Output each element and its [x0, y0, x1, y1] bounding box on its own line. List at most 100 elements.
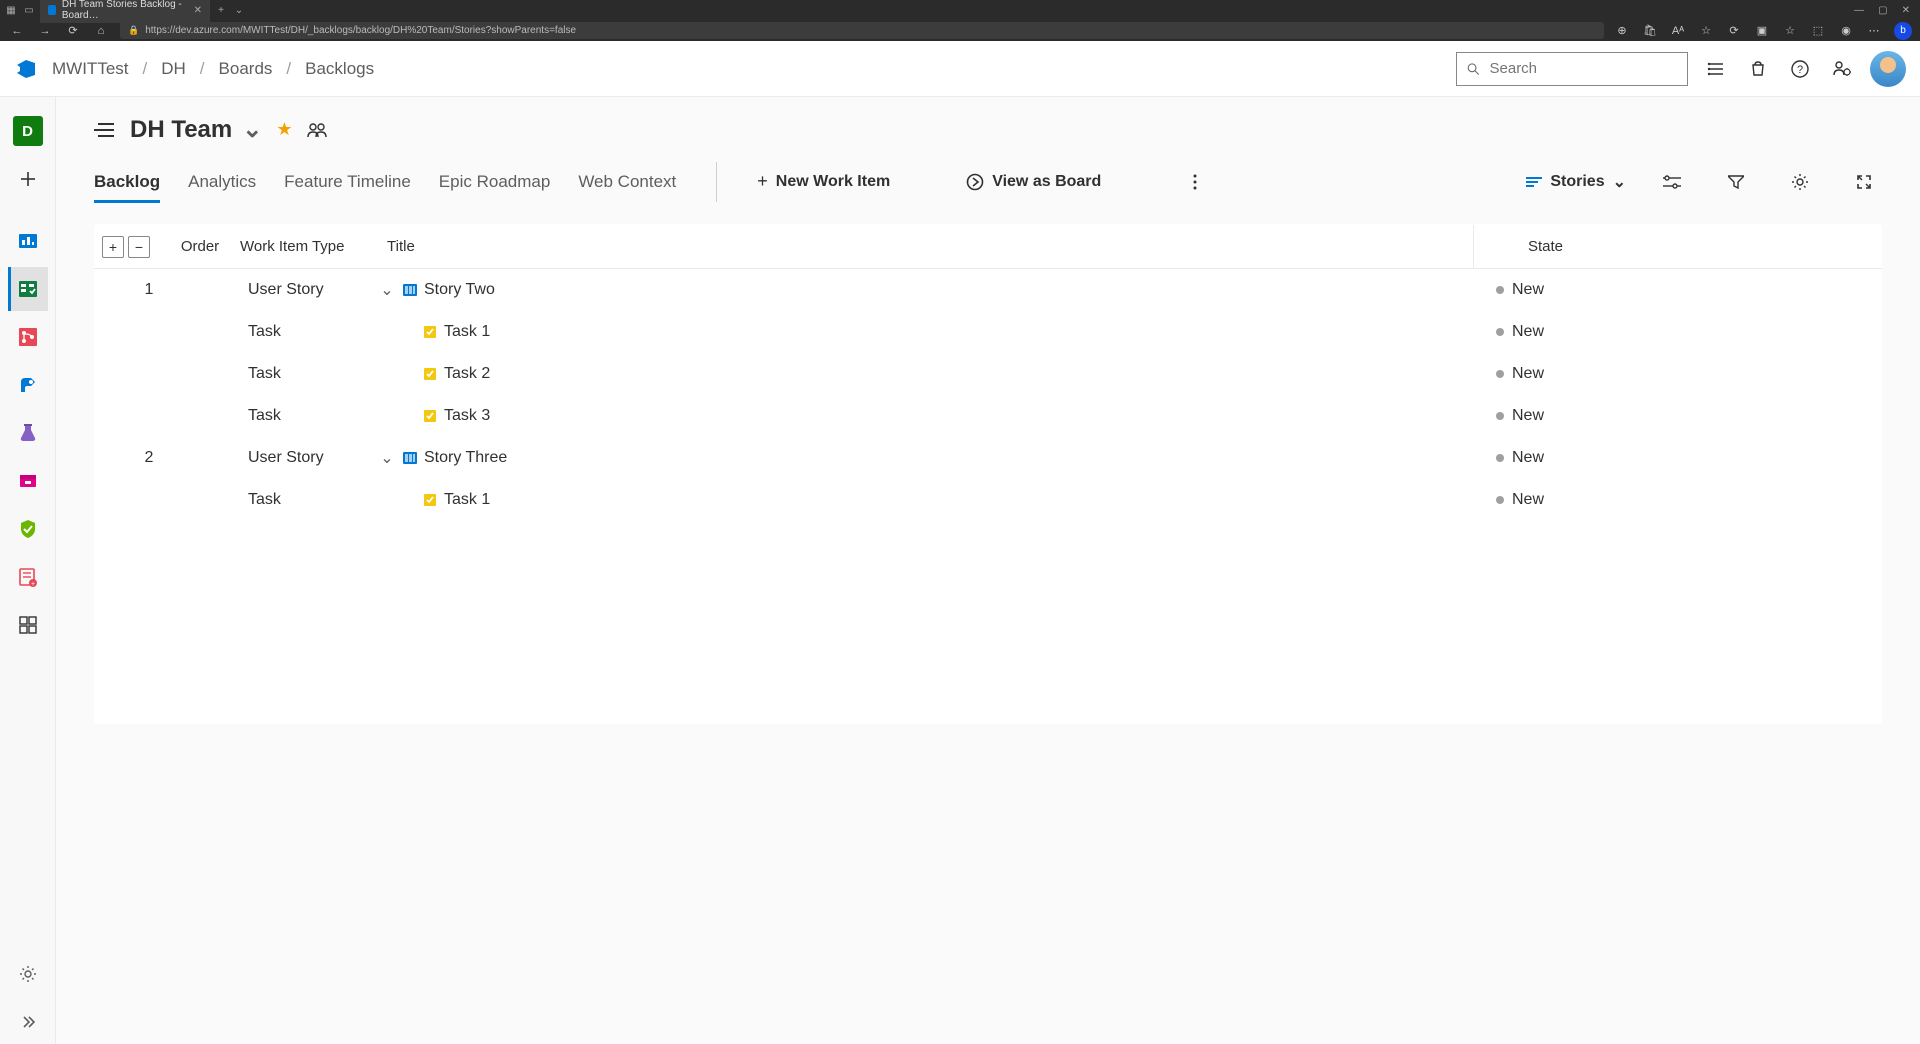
new-work-item-button[interactable]: + New Work Item: [757, 171, 890, 192]
window-maximize-icon[interactable]: ▢: [1878, 5, 1887, 16]
expand-toggle[interactable]: ⌄: [378, 448, 396, 468]
level-icon: [1526, 176, 1542, 188]
breadcrumb-project[interactable]: DH: [161, 59, 186, 79]
sidebar-item-settings[interactable]: [8, 952, 48, 996]
collapse-all-button[interactable]: −: [128, 236, 150, 258]
refresh-button[interactable]: ⟳: [64, 22, 82, 40]
favorite-star-icon[interactable]: ★: [276, 119, 292, 140]
favorite-icon[interactable]: ☆: [1698, 23, 1714, 39]
sidebar-item-repos[interactable]: [8, 315, 48, 359]
fullscreen-button[interactable]: [1846, 164, 1882, 200]
bing-icon[interactable]: b: [1894, 22, 1912, 40]
cell-title[interactable]: ⌄ Story Three: [378, 448, 1474, 468]
cell-title[interactable]: Task 1: [378, 491, 1474, 509]
app-header: MWITTest / DH / Boards / Backlogs ?: [0, 41, 1920, 97]
list-icon[interactable]: [94, 121, 116, 139]
work-items-icon[interactable]: [1702, 55, 1730, 83]
cell-state: New: [1474, 323, 1674, 341]
team-members-icon[interactable]: [307, 122, 327, 138]
column-header-state[interactable]: State: [1474, 238, 1674, 255]
cell-order: 1: [102, 281, 238, 299]
table-row[interactable]: TaskTask 1New: [94, 479, 1882, 521]
column-header-title[interactable]: Title: [380, 238, 1473, 255]
sidebar-item-overview[interactable]: [8, 219, 48, 263]
table-row[interactable]: 1User Story⌄Story TwoNew: [94, 269, 1882, 311]
search-box[interactable]: [1456, 52, 1688, 86]
team-name-label: DH Team: [130, 116, 232, 144]
url-bar[interactable]: 🔒 https://dev.azure.com/MWITTest/DH/_bac…: [120, 22, 1604, 39]
table-row[interactable]: TaskTask 2New: [94, 353, 1882, 395]
tab-menu-icon[interactable]: ▦: [4, 3, 18, 17]
sidebar-item-new[interactable]: [8, 157, 48, 201]
sidebar-item-compliance[interactable]: [8, 507, 48, 551]
expand-toggle[interactable]: ⌄: [378, 280, 396, 300]
cell-state: New: [1474, 281, 1674, 299]
more-icon[interactable]: ⋯: [1866, 23, 1882, 39]
avatar[interactable]: [1870, 51, 1906, 87]
shopping-icon[interactable]: 🛍: [1642, 23, 1658, 39]
table-row[interactable]: TaskTask 3New: [94, 395, 1882, 437]
work-item-title: Story Three: [424, 449, 507, 467]
window-controls: — ▢ ✕: [1854, 5, 1920, 16]
marketplace-icon[interactable]: [1744, 55, 1772, 83]
zoom-icon[interactable]: ⊕: [1614, 23, 1630, 39]
settings-button[interactable]: [1782, 164, 1818, 200]
window-minimize-icon[interactable]: —: [1854, 5, 1864, 16]
cell-state: New: [1474, 407, 1674, 425]
sidebar-item-wiki[interactable]: +: [8, 555, 48, 599]
favorites-bar-icon[interactable]: ☆: [1782, 23, 1798, 39]
sidebar-item-testplans[interactable]: [8, 411, 48, 455]
tab-backlog[interactable]: Backlog: [94, 162, 160, 202]
expand-all-button[interactable]: +: [102, 236, 124, 258]
more-commands-button[interactable]: [1177, 164, 1213, 200]
chevron-down-icon: ⌄: [1613, 172, 1626, 192]
column-header-type[interactable]: Work Item Type: [240, 238, 380, 255]
cell-title[interactable]: ⌄Story Two: [378, 280, 1474, 300]
read-aloud-icon[interactable]: Aᴬ: [1670, 23, 1686, 39]
sidebar-item-pipelines[interactable]: [8, 363, 48, 407]
team-selector[interactable]: DH Team ⌄: [130, 115, 262, 144]
tab-feature-timeline[interactable]: Feature Timeline: [284, 162, 411, 202]
tab-web-context[interactable]: Web Context: [578, 162, 676, 202]
new-tab-button[interactable]: +: [214, 3, 228, 17]
user-settings-icon[interactable]: [1828, 55, 1856, 83]
breadcrumb-hub[interactable]: Boards: [219, 59, 273, 79]
sidebar-item-project[interactable]: D: [8, 109, 48, 153]
column-options-button[interactable]: [1654, 164, 1690, 200]
breadcrumb-org[interactable]: MWITTest: [52, 59, 129, 79]
breadcrumb-separator: /: [200, 59, 205, 79]
cell-state: New: [1474, 365, 1674, 383]
state-label: New: [1512, 281, 1544, 299]
azure-devops-logo[interactable]: [14, 57, 38, 81]
tab-analytics[interactable]: Analytics: [188, 162, 256, 202]
view-as-board-button[interactable]: View as Board: [966, 173, 1101, 191]
extensions-icon[interactable]: ⬚: [1810, 23, 1826, 39]
window-close-icon[interactable]: ✕: [1902, 5, 1910, 16]
search-input[interactable]: [1490, 60, 1678, 77]
close-icon[interactable]: ✕: [194, 5, 202, 16]
sidebar-item-artifacts[interactable]: [8, 459, 48, 503]
tab-panel-icon[interactable]: ▭: [22, 3, 36, 17]
browser-tab-title: DH Team Stories Backlog - Board…: [62, 0, 188, 21]
sidebar-item-expand[interactable]: [8, 1000, 48, 1044]
cell-title[interactable]: Task 3: [378, 407, 1474, 425]
profile-ext-icon[interactable]: ◉: [1838, 23, 1854, 39]
sidebar-item-boards[interactable]: [8, 267, 48, 311]
sync-icon[interactable]: ⟳: [1726, 23, 1742, 39]
backlog-level-selector[interactable]: Stories ⌄: [1526, 172, 1626, 192]
help-icon[interactable]: ?: [1786, 55, 1814, 83]
filter-button[interactable]: [1718, 164, 1754, 200]
forward-button[interactable]: →: [36, 22, 54, 40]
column-header-order[interactable]: Order: [160, 238, 240, 255]
back-button[interactable]: ←: [8, 22, 26, 40]
tab-epic-roadmap[interactable]: Epic Roadmap: [439, 162, 551, 202]
sidebar-item-dashboards[interactable]: [8, 603, 48, 647]
cell-title[interactable]: Task 2: [378, 365, 1474, 383]
split-icon[interactable]: ▣: [1754, 23, 1770, 39]
cell-title[interactable]: Task 1: [378, 323, 1474, 341]
table-row[interactable]: TaskTask 1New: [94, 311, 1882, 353]
breadcrumb-page[interactable]: Backlogs: [305, 59, 374, 79]
home-button[interactable]: ⌂: [92, 22, 110, 40]
table-row[interactable]: 2User Story⌄Story ThreeNew: [94, 437, 1882, 479]
tab-chevron-icon[interactable]: ⌄: [232, 3, 246, 17]
